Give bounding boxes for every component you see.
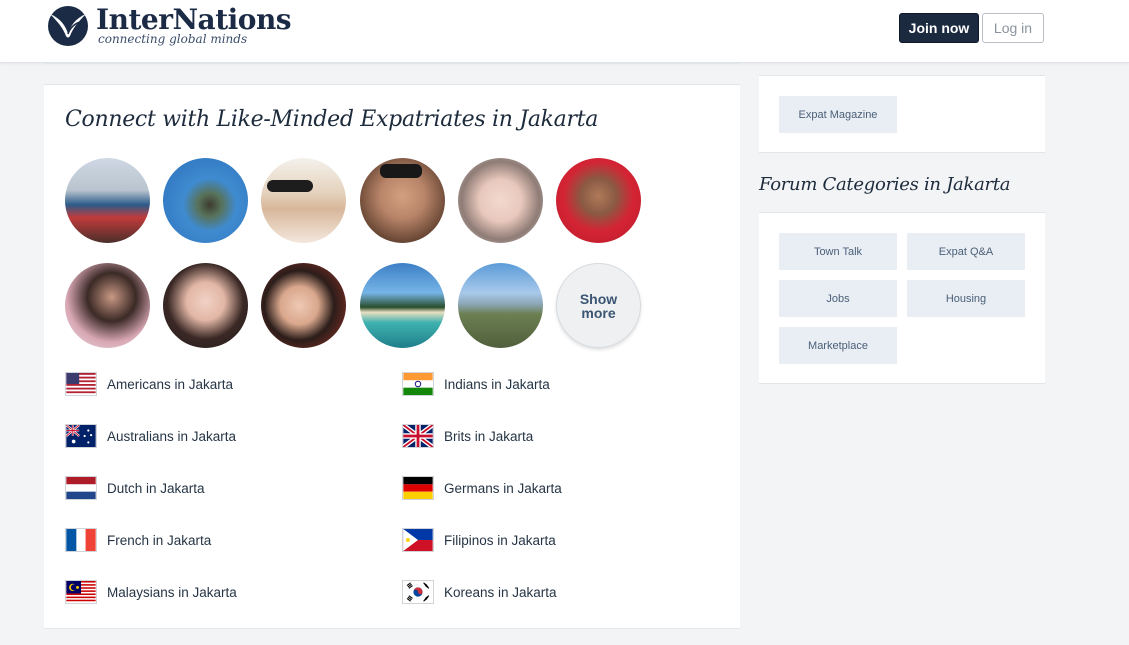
nationality-label: Australians in Jakarta — [107, 428, 237, 444]
forum-categories-box: Town Talk Expat Q&A Jobs Housing Marketp… — [759, 212, 1045, 384]
show-more-label-1: Show — [579, 290, 618, 307]
join-now-button[interactable]: Join now — [899, 13, 979, 43]
member-avatar[interactable] — [360, 158, 445, 243]
netherlands-flag-icon — [65, 476, 97, 500]
member-avatar[interactable] — [458, 158, 543, 243]
nationality-label: Germans in Jakarta — [444, 480, 562, 496]
member-avatar[interactable] — [556, 158, 641, 243]
top-header: InterNations connecting global minds Joi… — [0, 0, 1129, 63]
france-flag-icon — [65, 528, 97, 552]
forum-category-expat-qa[interactable]: Expat Q&A — [907, 233, 1025, 270]
forum-categories-title: Forum Categories in Jakarta — [759, 174, 1011, 195]
uk-flag-icon — [402, 424, 434, 448]
member-avatar[interactable] — [360, 263, 445, 348]
nationality-link-dutch[interactable]: Dutch in Jakarta — [65, 475, 205, 501]
forum-category-town-talk[interactable]: Town Talk — [779, 233, 897, 270]
korea-flag-icon — [402, 580, 434, 604]
nationality-link-koreans[interactable]: Koreans in Jakarta — [402, 579, 557, 605]
member-avatar[interactable] — [458, 263, 543, 348]
nationality-label: Dutch in Jakarta — [107, 480, 205, 496]
expat-connect-card: Connect with Like-Minded Expatriates in … — [44, 84, 740, 629]
forum-category-marketplace[interactable]: Marketplace — [779, 327, 897, 364]
nationality-link-germans[interactable]: Germans in Jakarta — [402, 475, 562, 501]
nationality-label: Filipinos in Jakarta — [444, 532, 556, 548]
member-avatar[interactable] — [163, 263, 248, 348]
forum-category-housing[interactable]: Housing — [907, 280, 1025, 317]
nationality-link-americans[interactable]: Americans in Jakarta — [65, 371, 233, 397]
nationality-label: Brits in Jakarta — [444, 428, 534, 444]
germany-flag-icon — [402, 476, 434, 500]
internations-logo[interactable]: InterNations connecting global minds — [46, 4, 292, 50]
forum-category-jobs[interactable]: Jobs — [779, 280, 897, 317]
nationality-link-french[interactable]: French in Jakarta — [65, 527, 211, 553]
divider — [44, 63, 740, 64]
member-avatar[interactable] — [261, 158, 346, 243]
india-flag-icon — [402, 372, 434, 396]
show-more-button[interactable]: Show more — [556, 263, 641, 348]
member-avatar[interactable] — [163, 158, 248, 243]
nationality-label: Indians in Jakarta — [444, 376, 550, 392]
nationality-link-filipinos[interactable]: Filipinos in Jakarta — [402, 527, 556, 553]
magazine-box: Expat Magazine — [759, 75, 1045, 153]
malaysia-flag-icon — [65, 580, 97, 604]
expat-magazine-link[interactable]: Expat Magazine — [779, 96, 897, 133]
nationality-link-indians[interactable]: Indians in Jakarta — [402, 371, 550, 397]
australia-flag-icon — [65, 424, 97, 448]
nationality-label: Americans in Jakarta — [107, 376, 234, 392]
bird-logo-icon — [48, 6, 88, 46]
show-more-label-2: more — [581, 304, 616, 321]
nationality-label: Malaysians in Jakarta — [107, 584, 237, 600]
member-avatar[interactable] — [65, 263, 150, 348]
nationality-link-australians[interactable]: Australians in Jakarta — [65, 423, 236, 449]
nationality-label: Koreans in Jakarta — [444, 584, 557, 600]
log-in-button[interactable]: Log in — [982, 13, 1044, 43]
nationality-link-malaysians[interactable]: Malaysians in Jakarta — [65, 579, 237, 605]
us-flag-icon — [65, 372, 97, 396]
member-avatar[interactable] — [65, 158, 150, 243]
nationality-link-brits[interactable]: Brits in Jakarta — [402, 423, 533, 449]
nationality-label: French in Jakarta — [107, 532, 212, 548]
card-title: Connect with Like-Minded Expatriates in … — [65, 107, 599, 132]
philippines-flag-icon — [402, 528, 434, 552]
member-avatar[interactable] — [261, 263, 346, 348]
